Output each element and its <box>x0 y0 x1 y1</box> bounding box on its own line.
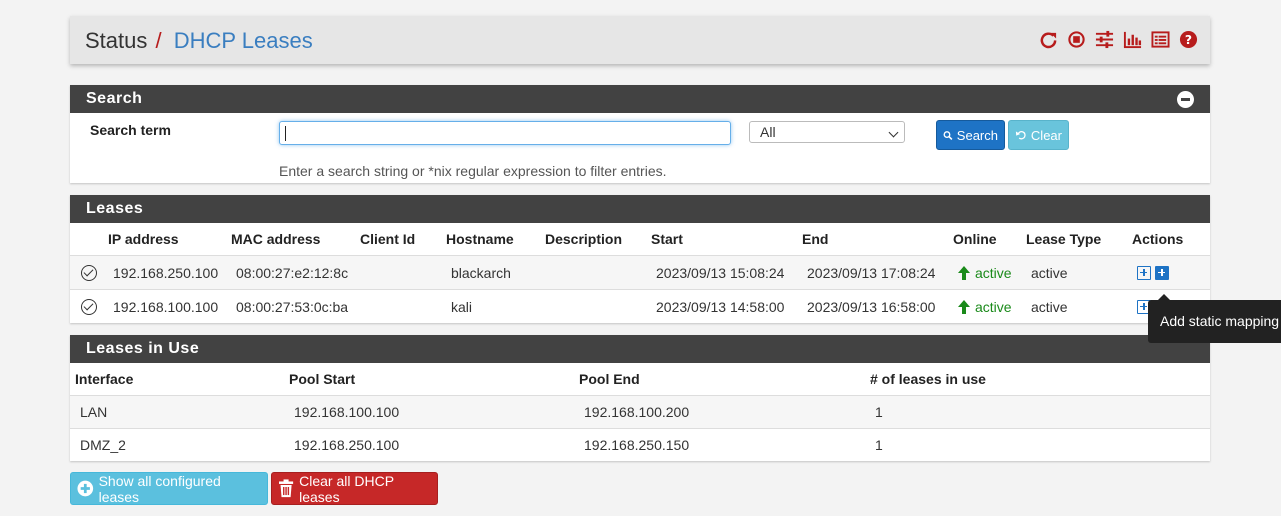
col-mac-address[interactable]: MAC address <box>231 223 360 256</box>
lease-hostname: blackarch <box>451 264 511 281</box>
check-circle-icon <box>81 298 97 315</box>
stop-icon[interactable] <box>1067 30 1086 49</box>
leases-panel-title: Leases <box>86 200 144 217</box>
header-toolbar: ? <box>1039 30 1198 49</box>
online-status: active <box>975 264 1012 281</box>
arrow-up-icon <box>958 265 970 280</box>
col-interface[interactable]: Interface <box>70 363 284 396</box>
leases-in-use-header: Leases in Use <box>70 335 1210 363</box>
lease-online: active <box>953 256 1026 290</box>
pool-interface: DMZ_2 <box>80 437 126 454</box>
text-cursor <box>285 126 286 141</box>
col-lease-type[interactable]: Lease Type <box>1026 223 1132 256</box>
pool-start: 192.168.100.100 <box>294 404 400 420</box>
lease-start: 2023/09/13 14:58:00 <box>656 298 785 315</box>
pool-count: 1 <box>875 437 883 454</box>
pool-interface: LAN <box>80 404 108 420</box>
trash-icon <box>279 479 294 498</box>
lease-hostname: kali <box>451 298 473 315</box>
col-hostname[interactable]: Hostname <box>446 223 545 256</box>
leases-panel-header: Leases <box>70 195 1210 223</box>
search-button-label: Search <box>956 127 998 143</box>
online-status: active <box>975 298 1012 315</box>
col-client-id[interactable]: Client Id <box>360 223 446 256</box>
undo-icon <box>1015 131 1026 140</box>
show-all-leases-label: Show all configured leases <box>98 472 221 505</box>
log-icon[interactable] <box>1151 30 1170 49</box>
chevron-down-icon <box>888 127 899 138</box>
clear-button-label: Clear <box>1030 127 1062 143</box>
table-row: 192.168.250.100 08:00:27:e2:12:8c blacka… <box>70 255 1210 290</box>
lease-description <box>545 290 651 324</box>
add-wol-mapping-icon[interactable] <box>1155 265 1169 280</box>
breadcrumb-page-link[interactable]: DHCP Leases <box>174 28 313 53</box>
show-all-leases-button[interactable]: Show all configured leases <box>70 472 268 505</box>
leases-table: IP address MAC address Client Id Hostnam… <box>70 223 1210 324</box>
lease-client-id <box>360 256 446 290</box>
page-header: Status / DHCP Leases ? <box>70 16 1210 64</box>
col-ip-address[interactable]: IP address <box>108 223 231 256</box>
pool-end: 192.168.250.150 <box>584 437 690 454</box>
svg-text:?: ? <box>1185 33 1192 47</box>
reload-icon[interactable] <box>1039 30 1058 49</box>
leases-in-use-panel: Leases in Use Interface Pool Start Pool … <box>70 335 1210 461</box>
leases-in-use-table: Interface Pool Start Pool End # of lease… <box>70 363 1210 462</box>
col-description[interactable]: Description <box>545 223 651 256</box>
plus-circle-icon <box>77 480 94 497</box>
lease-type: active <box>1031 298 1068 315</box>
col-start[interactable]: Start <box>651 223 802 256</box>
breadcrumb-separator: / <box>155 28 162 53</box>
breadcrumb: Status / DHCP Leases <box>85 28 313 54</box>
col-end[interactable]: End <box>802 223 953 256</box>
lease-ip: 192.168.100.100 <box>113 298 219 315</box>
add-static-mapping-icon[interactable] <box>1137 265 1151 280</box>
table-row: DMZ_2 192.168.250.100 192.168.250.150 1 <box>70 428 1210 462</box>
search-panel: Search Search term All Search Clear Ente… <box>70 85 1210 183</box>
check-circle-icon <box>81 264 97 281</box>
chart-icon[interactable] <box>1123 30 1142 49</box>
search-button[interactable]: Search <box>936 120 1005 150</box>
lease-end: 2023/09/13 16:58:00 <box>807 298 936 315</box>
settings-icon[interactable] <box>1095 30 1114 49</box>
tooltip: Add static mapping <box>1148 294 1281 343</box>
lease-start: 2023/09/13 15:08:24 <box>656 264 785 281</box>
lease-description <box>545 256 651 290</box>
filter-select[interactable]: All <box>749 121 905 143</box>
lease-type: active <box>1031 264 1068 281</box>
arrow-up-icon <box>958 299 970 314</box>
col-leases-count[interactable]: # of leases in use <box>865 363 1210 396</box>
pool-end: 192.168.100.200 <box>584 404 690 420</box>
col-pool-start[interactable]: Pool Start <box>284 363 574 396</box>
col-status <box>70 223 108 256</box>
lease-ip: 192.168.250.100 <box>113 264 219 281</box>
lease-mac: 08:00:27:53:0c:ba <box>236 298 349 315</box>
filter-select-value: All <box>760 124 776 140</box>
table-row: LAN 192.168.100.100 192.168.100.200 1 <box>70 395 1210 429</box>
search-help-text: Enter a search string or *nix regular ex… <box>279 163 667 179</box>
col-pool-end[interactable]: Pool End <box>574 363 865 396</box>
clear-all-leases-button[interactable]: Clear all DHCP leases <box>271 472 438 505</box>
search-panel-title: Search <box>86 90 143 107</box>
leases-panel: Leases IP address MAC address Client Id … <box>70 195 1210 323</box>
col-online[interactable]: Online <box>953 223 1026 256</box>
help-icon[interactable]: ? <box>1179 30 1198 49</box>
leases-in-use-title: Leases in Use <box>86 340 200 357</box>
lease-mac: 08:00:27:e2:12:8c <box>236 264 349 281</box>
clear-all-leases-label: Clear all DHCP leases <box>299 472 394 505</box>
col-actions: Actions <box>1132 231 1184 247</box>
lease-client-id <box>360 290 446 324</box>
pool-count: 1 <box>875 404 883 420</box>
lease-online: active <box>953 290 1026 324</box>
collapse-icon[interactable] <box>1177 91 1194 108</box>
search-term-label: Search term <box>90 122 171 138</box>
search-panel-header: Search <box>70 85 1210 113</box>
lease-end: 2023/09/13 17:08:24 <box>807 264 936 281</box>
search-input[interactable] <box>279 121 731 145</box>
search-icon <box>943 130 953 140</box>
pool-start: 192.168.250.100 <box>294 437 400 454</box>
breadcrumb-root: Status <box>85 28 148 53</box>
table-row: 192.168.100.100 08:00:27:53:0c:ba kali 2… <box>70 289 1210 324</box>
clear-button[interactable]: Clear <box>1008 120 1069 150</box>
